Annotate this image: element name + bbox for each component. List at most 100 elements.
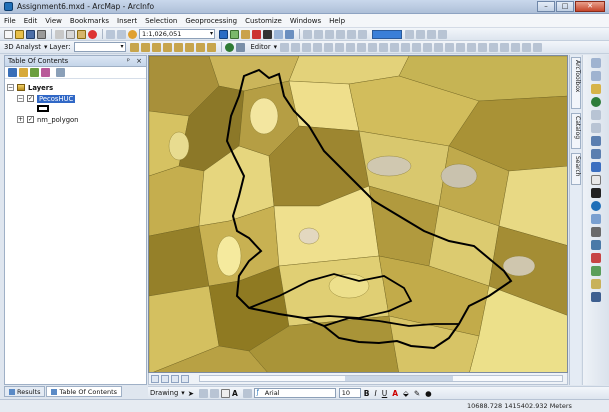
undo-icon[interactable] [106,29,115,39]
maximize-button[interactable]: □ [556,1,574,12]
pan-icon[interactable] [591,84,601,94]
tab-table-of-contents[interactable]: Table Of Contents [46,386,123,397]
options-icon[interactable] [56,68,65,77]
find-icon[interactable] [591,240,601,250]
layout-tool-icon[interactable] [303,29,312,39]
dropdown-arrow-icon[interactable]: ▾ [44,43,47,51]
globe-icon[interactable] [224,42,234,52]
cut-icon[interactable] [55,29,64,39]
collapse-icon[interactable]: − [17,95,24,102]
underline-button[interactable]: U [382,389,388,398]
menu-bookmarks[interactable]: Bookmarks [70,17,109,25]
measure-icon[interactable] [591,227,601,237]
dropdown-arrow-icon[interactable]: ▾ [274,43,277,51]
copy-icon[interactable] [66,29,75,39]
edit-tool-icon[interactable] [456,42,466,52]
select-elements-icon[interactable] [591,188,601,198]
map-scale-select[interactable]: 1:1,026,051 [139,29,215,39]
font-select[interactable]: Arial [253,388,336,398]
zoom-to-selected-icon[interactable] [209,388,219,398]
editor-menu[interactable]: Editor [251,43,271,51]
edit-tool-icon[interactable] [511,42,521,52]
edit-tool-icon[interactable] [478,42,488,52]
horizontal-scrollbar[interactable] [199,375,563,382]
viewer-window-icon[interactable] [591,279,601,289]
zoom-in-icon[interactable] [591,58,601,68]
layout-tool-icon[interactable] [336,29,345,39]
html-popup-icon[interactable] [591,214,601,224]
layout-view-button[interactable] [161,374,169,383]
modelbuilder-icon[interactable] [274,29,283,39]
dropdown-arrow-icon[interactable]: ▾ [181,389,184,397]
layout-tool-icon[interactable] [438,29,447,39]
go-back-icon[interactable] [591,136,601,146]
time-slider-icon[interactable] [591,266,601,276]
pause-drawing-button[interactable] [181,374,189,383]
select-elements-pointer-icon[interactable]: ➤ [188,389,194,398]
layout-tool-icon[interactable] [405,29,414,39]
3d-tool-icon[interactable] [151,42,161,52]
map-display[interactable] [148,55,568,373]
tree-root-layers[interactable]: − Layers [7,82,144,93]
line-color-icon[interactable]: ✎ [414,389,420,398]
edit-tool-icon[interactable] [368,42,378,52]
edit-tool-icon[interactable] [324,42,334,52]
scrollbar-thumb[interactable] [344,376,454,381]
redo-icon[interactable] [117,29,126,39]
edit-tool-icon[interactable] [423,42,433,52]
tab-results[interactable]: Results [4,386,46,397]
edit-tool-icon[interactable] [302,42,312,52]
go-to-xy-icon[interactable] [591,253,601,263]
bold-button[interactable]: B [364,389,370,398]
tree-layer-pecoshuc[interactable]: − ✓ PecosHUC [7,93,144,104]
menu-customize[interactable]: Customize [245,17,282,25]
layer-label-pecoshuc[interactable]: PecosHUC [37,94,76,103]
layout-tool-icon[interactable] [314,29,323,39]
zoom-out-icon[interactable] [591,71,601,81]
go-forward-icon[interactable] [591,149,601,159]
3d-tool-icon[interactable] [195,42,205,52]
refresh-button[interactable] [171,374,179,383]
hyperlink-icon[interactable] [591,292,601,302]
edit-tool-icon[interactable] [346,42,356,52]
edit-vertices-icon[interactable] [242,388,252,398]
menu-selection[interactable]: Selection [145,17,177,25]
new-document-icon[interactable] [4,29,13,39]
delete-icon[interactable] [88,29,97,39]
list-by-selection-icon[interactable] [41,68,50,77]
3d-tool-icon[interactable] [184,42,194,52]
menu-windows[interactable]: Windows [290,17,321,25]
new-text-icon[interactable]: A [232,389,238,398]
edit-tool-icon[interactable] [500,42,510,52]
layer-visibility-checkbox[interactable]: ✓ [27,95,34,102]
editor-toolbar-icon[interactable] [219,29,228,39]
paste-icon[interactable] [77,29,86,39]
layout-tool-icon[interactable] [347,29,356,39]
3d-tool-icon[interactable] [173,42,183,52]
list-by-visibility-icon[interactable] [30,68,39,77]
edit-tool-icon[interactable] [489,42,499,52]
help-icon[interactable] [285,29,294,39]
rotate-icon[interactable] [198,388,208,398]
python-window-icon[interactable] [263,29,272,39]
full-extent-icon[interactable] [591,97,601,107]
3d-tool-icon[interactable] [129,42,139,52]
menu-help[interactable]: Help [329,17,345,25]
edit-tool-icon[interactable] [467,42,477,52]
edit-tool-icon[interactable] [401,42,411,52]
drawing-menu[interactable]: Drawing [150,389,178,397]
layout-tool-icon[interactable] [427,29,436,39]
fill-color-icon[interactable]: ⬙ [403,389,409,398]
expand-icon[interactable]: + [17,116,24,123]
clear-selection-icon[interactable] [591,175,601,185]
toc-header-buttons[interactable]: ᵖ × [127,56,144,66]
3d-view-icon[interactable] [235,42,245,52]
layout-tool-icon[interactable] [416,29,425,39]
edit-tool-icon[interactable] [335,42,345,52]
italic-button[interactable]: I [375,389,377,398]
fixed-zoom-in-icon[interactable] [591,110,601,120]
font-size-select[interactable]: 10 [338,388,361,398]
list-by-source-icon[interactable] [19,68,28,77]
add-data-icon[interactable] [128,29,137,39]
edit-tool-icon[interactable] [291,42,301,52]
